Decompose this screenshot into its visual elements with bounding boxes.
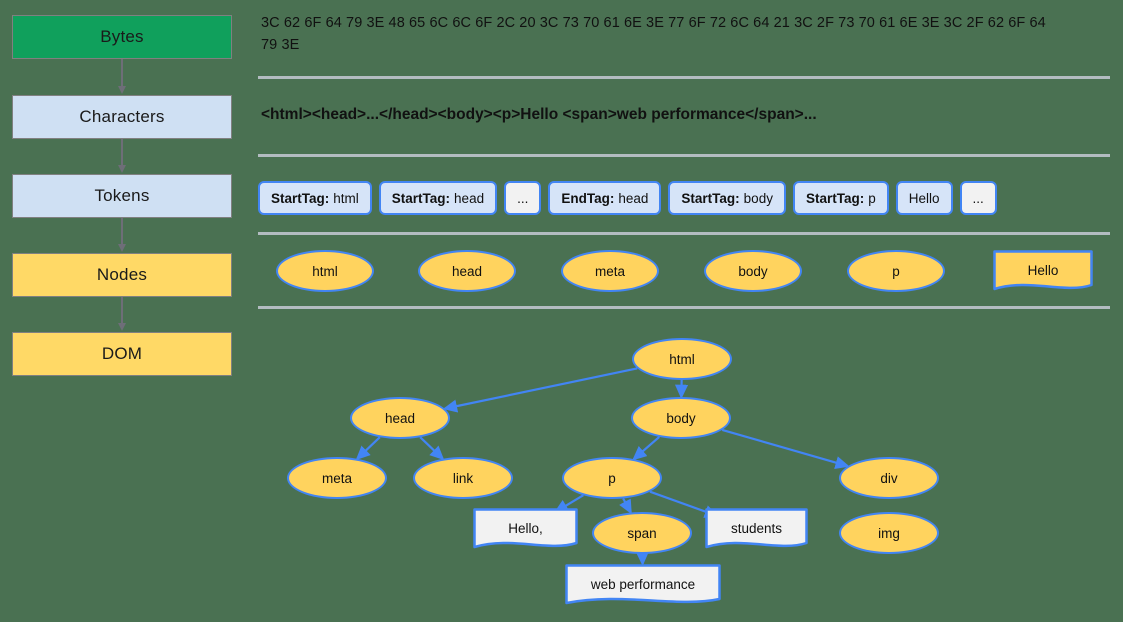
tree-node-label: Hello, <box>508 521 543 536</box>
token-value: head <box>454 190 485 206</box>
node-label: meta <box>594 263 625 279</box>
node-label: Hello <box>1027 263 1059 278</box>
pipeline-step-label: Characters <box>79 107 165 126</box>
tree-node-label: head <box>384 410 416 426</box>
node-head: head <box>418 250 516 292</box>
pipeline-arrow-icon <box>118 59 126 95</box>
token-kind: EndTag: <box>561 190 615 206</box>
tree-node-meta: meta <box>287 457 387 499</box>
token-ellipsisellipsisellipsis: ... <box>959 181 997 215</box>
tree-edge-body-to-div <box>721 428 850 470</box>
tree-node-head: head <box>350 397 450 439</box>
token-endtag-head: EndTag: head <box>548 181 662 215</box>
pipeline-arrow-icon <box>118 139 126 174</box>
separator-characters-tokens <box>258 154 1110 157</box>
tree-node-label: web performance <box>590 577 696 592</box>
pipeline-step-label: Bytes <box>100 27 144 46</box>
token-value: p <box>868 190 876 206</box>
tree-node-span: span <box>592 512 692 554</box>
tree-node-link: link <box>413 457 513 499</box>
token-kind: StartTag: <box>391 190 451 206</box>
tree-edge-p-to-span <box>619 497 632 515</box>
separator-bytes-characters <box>258 76 1110 79</box>
token-kind: StartTag: <box>271 190 330 206</box>
tree-node-label: students <box>730 521 783 536</box>
token-kind: StartTag: <box>681 190 740 206</box>
token-ellipsisellipsisellipsis: ... <box>504 181 542 215</box>
tree-edge-html-to-head <box>442 367 638 413</box>
tree-node-label: body <box>666 410 696 426</box>
tree-node-label: p <box>608 470 616 486</box>
tree-node-html: html <box>632 338 732 380</box>
tree-node-students: students <box>705 508 808 552</box>
tree-node-label: span <box>627 525 657 541</box>
tree-node-label: div <box>880 470 898 486</box>
pipeline-step-label: Nodes <box>96 265 148 284</box>
node-p: p <box>847 250 945 292</box>
tree-node-web_performance: web performance <box>565 564 721 608</box>
tree-node-label: meta <box>321 470 352 486</box>
tree-node-label: link <box>452 470 474 486</box>
token-value: Hello <box>908 190 940 206</box>
token-Hello: Hello <box>895 181 953 215</box>
token-list: StartTag: html StartTag: head... EndTag: head… <box>258 181 997 215</box>
node-label: p <box>892 263 900 279</box>
node-list: html head meta body p Hello <box>258 245 1110 300</box>
token-kind: StartTag: <box>805 190 865 206</box>
pipeline-step-bytes: Bytes <box>12 15 232 59</box>
token-value: html <box>333 190 359 206</box>
pipeline-step-tokens: Tokens <box>12 174 232 218</box>
pipeline-step-nodes: Nodes <box>12 253 232 297</box>
bytes-hex-text: 3C 62 6F 64 79 3E 48 65 6C 6C 6F 2C 20 3… <box>261 15 1046 53</box>
tree-edge-head-to-meta <box>355 436 381 461</box>
dom-tree: html head body meta link p div Hello, span studen… <box>0 310 939 622</box>
node-hello: Hello <box>993 250 1093 294</box>
separator-nodes-dom <box>258 306 1110 309</box>
node-meta: meta <box>561 250 659 292</box>
tree-node-hello: Hello, <box>473 508 578 552</box>
token-starttag-html: StartTag: html <box>258 181 372 215</box>
pipeline-step-characters: Characters <box>12 95 232 139</box>
token-starttag-p: StartTag: p <box>792 181 889 215</box>
tree-edge-head-to-link <box>419 436 445 461</box>
tree-node-p: p <box>562 457 662 499</box>
tree-node-img: img <box>839 512 939 554</box>
separator-tokens-nodes <box>258 232 1110 235</box>
tree-node-label: html <box>669 351 695 367</box>
pipeline-arrow-icon <box>118 218 126 253</box>
node-label: head <box>451 263 483 279</box>
token-starttag-head: StartTag: head <box>378 181 498 215</box>
node-html: html <box>276 250 374 292</box>
characters-markup-text: <html><head>...</head><body><p>Hello <sp… <box>261 106 817 123</box>
node-label: body <box>738 263 768 279</box>
node-label: html <box>312 263 338 279</box>
pipeline-step-label: Tokens <box>94 186 150 205</box>
token-value: ... <box>972 190 984 206</box>
tree-node-body: body <box>631 397 731 439</box>
token-starttag-body: StartTag: body <box>668 181 786 215</box>
token-value: body <box>743 190 773 206</box>
tree-node-div: div <box>839 457 939 499</box>
token-value: ... <box>517 190 529 206</box>
tree-edge-body-to-p <box>632 436 660 461</box>
token-value: head <box>618 190 649 206</box>
tree-node-label: img <box>878 525 900 541</box>
node-body: body <box>704 250 802 292</box>
